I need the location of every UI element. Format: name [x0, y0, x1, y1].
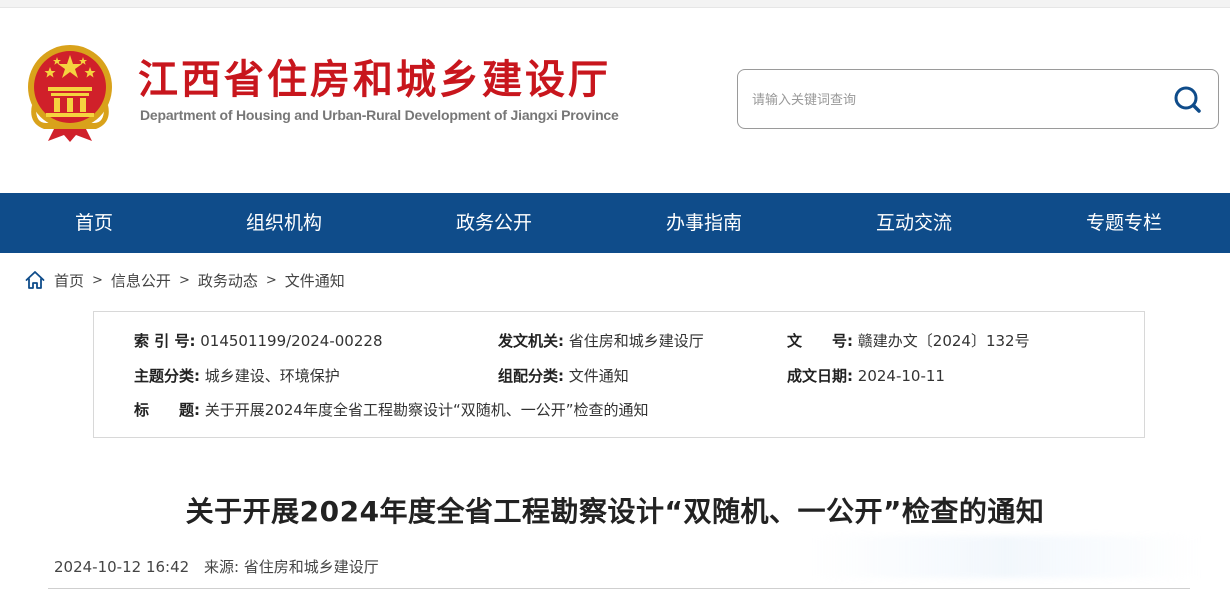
document-number-label: 文 号: [787, 332, 853, 350]
breadcrumb-separator: > [92, 272, 103, 288]
nav-item-organization[interactable]: 组织机构 [246, 193, 322, 253]
national-emblem-icon[interactable] [24, 43, 116, 143]
title-label: 标 题: [134, 401, 200, 419]
breadcrumb-separator: > [265, 272, 277, 288]
date-value: 2024-10-11 [857, 367, 945, 385]
info-row: 主题分类: 城乡建设、环境保护 组配分类: 文件通知 成文日期: 2024-10… [94, 364, 1144, 388]
title-value: 关于开展2024年度全省工程勘察设计“双随机、一公开”检查的通知 [204, 401, 649, 419]
article-title: 关于开展2024年度全省工程勘察设计“双随机、一公开”检查的通知 [185, 495, 1045, 528]
breadcrumb-home[interactable]: 首页 [54, 270, 84, 291]
category-value: 文件通知 [568, 367, 629, 385]
publish-time: 2024-10-12 16:42 [54, 558, 190, 576]
date-label: 成文日期: [787, 367, 853, 385]
home-icon[interactable] [24, 269, 46, 291]
nav-item-home[interactable]: 首页 [75, 193, 113, 253]
topic-label: 主题分类: [134, 367, 200, 385]
issuer-label: 发文机关: [498, 332, 564, 350]
issuer-value: 省住房和城乡建设厅 [568, 332, 704, 350]
breadcrumb-separator: > [178, 272, 190, 288]
search-input[interactable] [752, 88, 1152, 112]
date-field: 成文日期: 2024-10-11 [787, 364, 945, 388]
breadcrumb-file-notices[interactable]: 文件通知 [285, 270, 345, 291]
site-header: 江西省住房和城乡建设厅 Department of Housing and Ur… [0, 9, 1230, 193]
nav-item-interaction[interactable]: 互动交流 [876, 193, 952, 253]
decorative-glare [810, 536, 1200, 578]
document-info-box: 索 引 号: 014501199/2024-00228 发文机关: 省住房和城乡… [93, 311, 1145, 438]
title-field: 标 题: 关于开展2024年度全省工程勘察设计“双随机、一公开”检查的通知 [134, 398, 649, 422]
document-number-field: 文 号: 赣建办文〔2024〕132号 [787, 329, 1030, 353]
topic-value: 城乡建设、环境保护 [204, 367, 340, 385]
site-name[interactable]: 江西省住房和城乡建设厅 [138, 55, 611, 105]
article-meta: 2024-10-12 16:42 来源: 省住房和城乡建设厅 [54, 556, 379, 577]
category-label: 组配分类: [498, 367, 564, 385]
breadcrumb-government-news[interactable]: 政务动态 [198, 270, 258, 291]
category-field: 组配分类: 文件通知 [498, 364, 629, 388]
topic-field: 主题分类: 城乡建设、环境保护 [134, 364, 340, 388]
nav-item-government-affairs[interactable]: 政务公开 [456, 193, 532, 253]
meta-divider [48, 588, 1190, 589]
info-row: 标 题: 关于开展2024年度全省工程勘察设计“双随机、一公开”检查的通知 [94, 398, 1144, 422]
top-strip [0, 0, 1230, 8]
site-name-english: Department of Housing and Urban-Rural De… [140, 107, 619, 123]
nav-item-service-guide[interactable]: 办事指南 [666, 193, 742, 253]
source-value: 省住房和城乡建设厅 [243, 558, 379, 576]
info-row: 索 引 号: 014501199/2024-00228 发文机关: 省住房和城乡… [94, 329, 1144, 353]
index-number-value: 014501199/2024-00228 [200, 332, 383, 350]
breadcrumb: 首页 > 信息公开 > 政务动态 > 文件通知 [24, 268, 345, 292]
source-label: 来源: [203, 558, 240, 576]
issuer-field: 发文机关: 省住房和城乡建设厅 [498, 329, 704, 353]
search-box [737, 69, 1219, 129]
index-number-field: 索 引 号: 014501199/2024-00228 [134, 329, 382, 353]
index-number-label: 索 引 号: [134, 332, 196, 350]
search-icon[interactable] [1170, 82, 1206, 118]
document-number-value: 赣建办文〔2024〕132号 [857, 332, 1030, 350]
main-nav: 首页 组织机构 政务公开 办事指南 互动交流 专题专栏 [0, 193, 1230, 253]
breadcrumb-info-disclosure[interactable]: 信息公开 [111, 270, 171, 291]
nav-item-special-topics[interactable]: 专题专栏 [1086, 193, 1162, 253]
